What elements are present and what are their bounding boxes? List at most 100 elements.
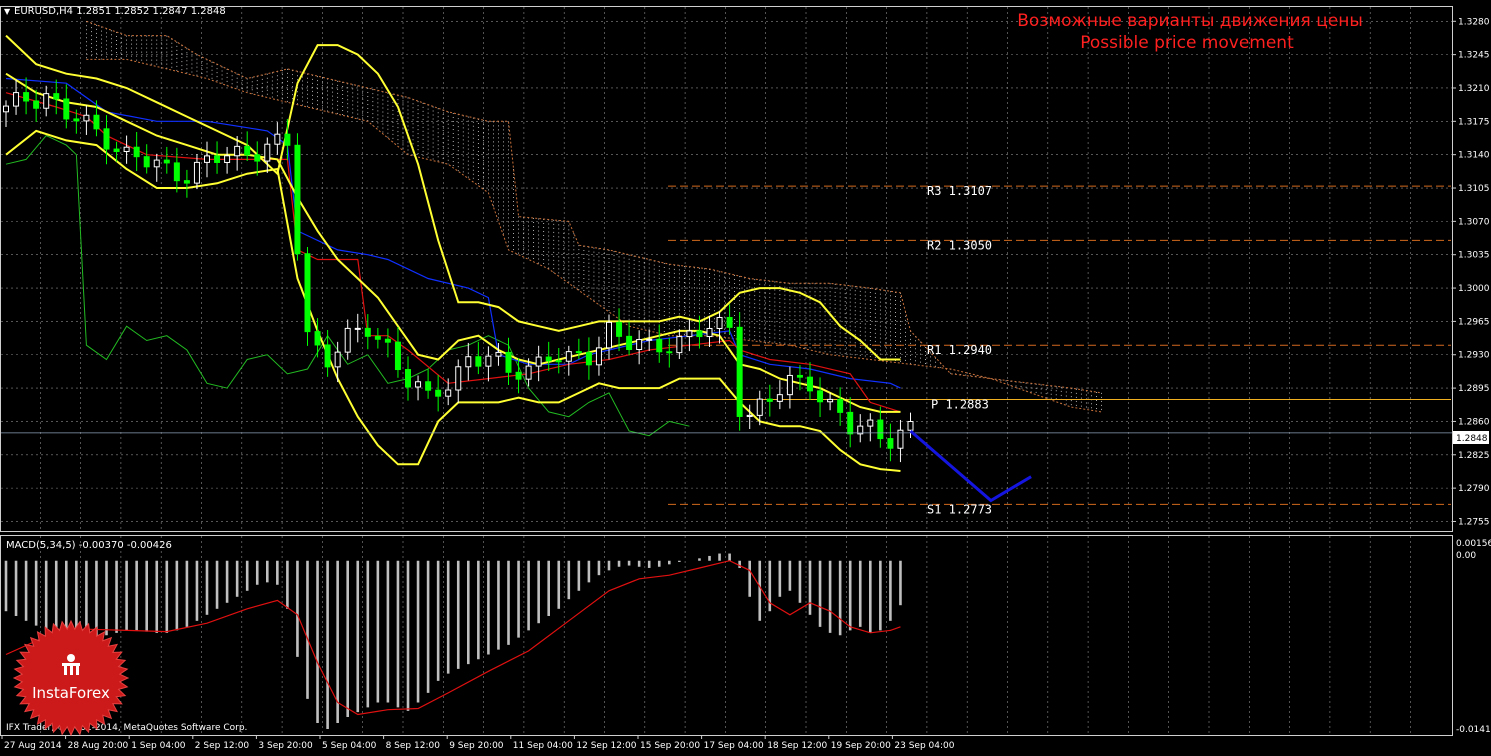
candle-body — [244, 145, 251, 156]
x-tick-label: 2 Sep 12:00 — [195, 741, 250, 751]
candle-body — [254, 154, 261, 162]
macd-label: MACD(5,34,5) -0.00370 -0.00426 — [6, 540, 172, 551]
candle-body — [113, 148, 120, 153]
x-tick-label: 23 Sep 04:00 — [894, 741, 954, 751]
pivot-label-s1: S1 1.2773 — [927, 502, 992, 516]
candle-body — [384, 338, 391, 343]
candle-body — [696, 330, 703, 338]
y-tick-label: 1.3140 — [1458, 151, 1490, 161]
candle-body — [163, 159, 170, 164]
candle-body — [555, 360, 562, 363]
candle-body — [817, 390, 824, 403]
x-tick-label: 8 Sep 12:00 — [386, 741, 441, 751]
candle-body — [455, 366, 462, 391]
candle-body — [415, 381, 422, 388]
x-tick-label: 3 Sep 20:00 — [258, 741, 313, 751]
candle-body — [706, 327, 713, 338]
y-tick-label: 1.2930 — [1458, 351, 1490, 361]
pivot-label-r1: R1 1.2940 — [927, 343, 992, 357]
candle-body — [93, 114, 100, 130]
candle-body — [475, 356, 482, 367]
macd-scale-top: 0.00156 — [1456, 539, 1491, 549]
x-tick-label: 28 Aug 20:00 — [68, 741, 129, 751]
candle-body — [264, 143, 271, 162]
candle-body — [465, 356, 472, 368]
y-tick-label: 1.2860 — [1458, 417, 1490, 427]
candle-body — [786, 374, 793, 396]
current-price-label: 1.2848 — [1456, 434, 1488, 444]
candle-body — [23, 92, 30, 102]
logo-text: InstaForex — [32, 684, 110, 702]
candle-body — [43, 93, 50, 109]
x-tick-label: 27 Aug 2014 — [4, 741, 62, 751]
candle-body — [274, 133, 281, 145]
candle-body — [13, 92, 20, 107]
candle-body — [173, 162, 180, 182]
candle-body — [726, 316, 733, 328]
candle-body — [294, 144, 301, 255]
annotation-title-en: Possible price movement — [1080, 33, 1294, 53]
candle-body — [33, 100, 40, 109]
candle-body — [776, 394, 783, 402]
candle-body — [53, 93, 60, 100]
candle-body — [796, 374, 803, 378]
candle-body — [83, 114, 90, 122]
candle-body — [887, 438, 894, 449]
x-tick-label: 11 Sep 04:00 — [513, 741, 573, 751]
candle-body — [354, 327, 361, 330]
y-tick-label: 1.3035 — [1458, 251, 1490, 261]
copyright-text: IFX Trader, © 2001-2014, MetaQuotes Soft… — [6, 723, 247, 733]
x-tick-label: 15 Sep 20:00 — [640, 741, 700, 751]
y-tick-label: 1.3245 — [1458, 51, 1490, 61]
candle-body — [284, 133, 291, 146]
candle-body — [193, 161, 200, 184]
macd-scale-bottom: -0.01417 — [1456, 725, 1491, 735]
y-tick-label: 1.3000 — [1458, 284, 1490, 294]
candle-body — [183, 180, 190, 184]
y-tick-label: 1.2790 — [1458, 484, 1490, 494]
x-tick-label: 18 Sep 12:00 — [767, 741, 827, 751]
candle-body — [304, 253, 311, 333]
y-tick-label: 1.3105 — [1458, 184, 1490, 194]
candle-body — [63, 98, 70, 120]
candle-body — [133, 146, 140, 158]
candle-body — [756, 398, 763, 416]
y-tick-label: 1.2825 — [1458, 451, 1490, 461]
candle-body — [626, 335, 633, 350]
chart-header: EURUSD,H4 1.2851 1.2852 1.2847 1.2848 — [14, 6, 226, 17]
candle-body — [636, 339, 643, 350]
menu-chevron-icon[interactable]: ▼ — [4, 7, 11, 16]
candle-body — [435, 389, 442, 397]
candle-body — [234, 145, 241, 157]
candle-body — [143, 156, 150, 168]
candle-body — [364, 327, 371, 337]
candle-body — [425, 381, 432, 391]
candle-body — [736, 326, 743, 417]
candle-body — [746, 414, 753, 417]
candle-body — [405, 369, 411, 388]
candle-body — [837, 398, 844, 413]
candle-body — [153, 159, 160, 168]
y-tick-label: 1.2755 — [1458, 517, 1490, 527]
pivot-label-p: P 1.2883 — [931, 398, 989, 412]
candle-body — [535, 356, 542, 367]
price-chart[interactable]: ▼ EURUSD,H4 1.2851 1.2852 1.2847 1.2848 … — [0, 0, 1491, 752]
candle-body — [505, 351, 512, 373]
macd-scale-zero: 0.00 — [1456, 551, 1476, 561]
candle-body — [676, 336, 683, 354]
candle-body — [103, 128, 110, 150]
chart-window: ▼ EURUSD,H4 1.2851 1.2852 1.2847 1.2848 … — [0, 0, 1491, 752]
candle-body — [334, 351, 341, 368]
x-tick-label: 12 Sep 12:00 — [576, 741, 636, 751]
candle-body — [123, 146, 130, 153]
y-tick-label: 1.2965 — [1458, 317, 1490, 327]
annotation-title-ru: Возможные варианты движения цены — [1017, 11, 1363, 31]
candle-body — [73, 118, 80, 122]
candle-body — [565, 351, 572, 362]
candle-body — [867, 419, 874, 427]
candle-body — [314, 331, 321, 346]
candle-body — [445, 389, 452, 397]
candle-body — [344, 327, 351, 353]
candle-body — [686, 330, 693, 338]
candle-body — [646, 338, 653, 341]
